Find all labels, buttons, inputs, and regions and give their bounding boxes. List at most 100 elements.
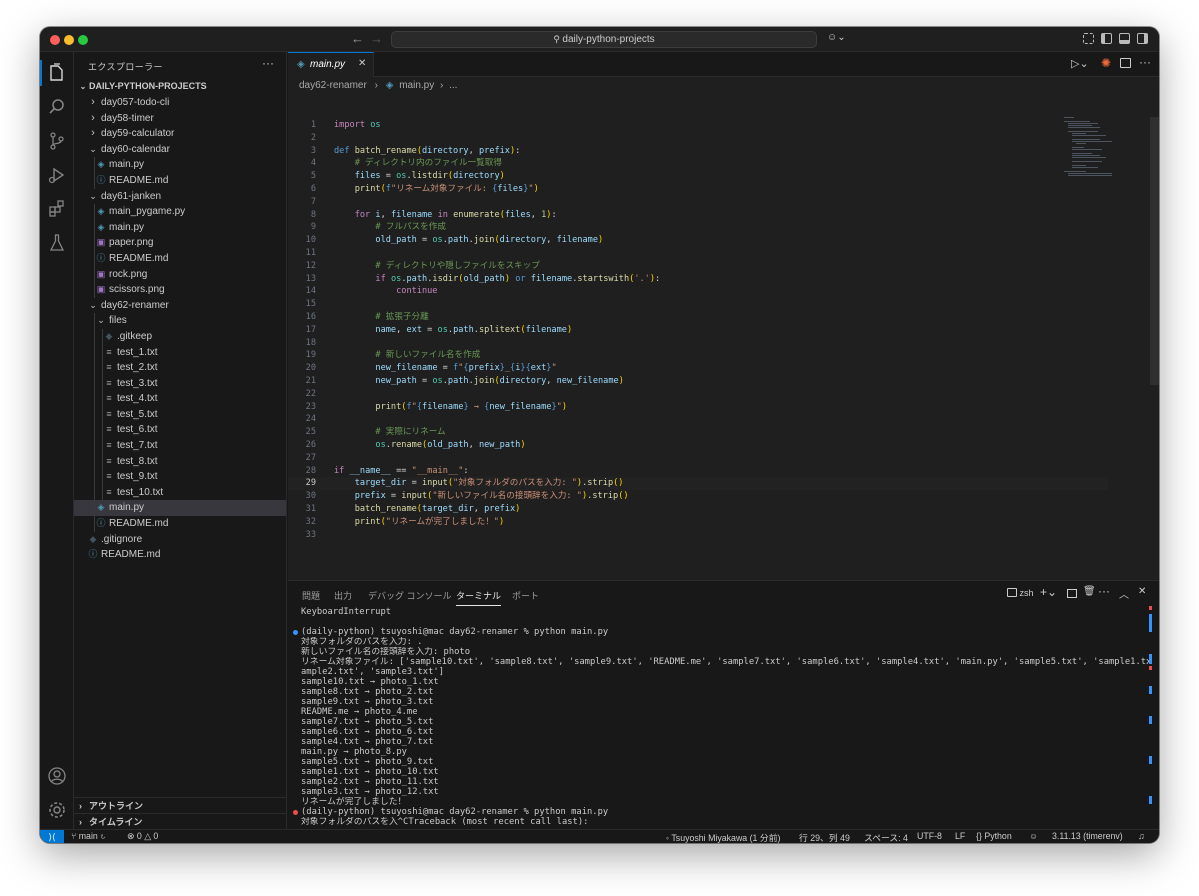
branch-indicator[interactable]: ⑂ main ↻ [71, 831, 106, 841]
file-item[interactable]: ◆ .gitkeep [74, 328, 286, 345]
copilot-status-icon[interactable]: ☺ [1029, 831, 1038, 841]
file-item[interactable]: ≡ test_10.txt [74, 484, 286, 501]
file-item[interactable]: ≡ test_3.txt [74, 375, 286, 392]
more-actions-icon[interactable]: ··· [262, 56, 274, 70]
terminal-shell-selector[interactable]: zsh [1007, 588, 1034, 598]
timeline-section[interactable]: › タイムライン [74, 813, 286, 829]
panel-tab[interactable]: デバッグ コンソール [368, 589, 452, 602]
breadcrumb-more[interactable]: ... [449, 80, 457, 91]
file-item[interactable]: ◈ main_pygame.py [74, 204, 286, 220]
maximize-window-button[interactable] [78, 35, 88, 45]
customize-layout-icon[interactable] [1083, 33, 1094, 44]
python-interpreter[interactable]: 3.11.13 (timerenv) [1052, 831, 1123, 841]
cursor-position[interactable]: 行 29、列 49 [799, 831, 850, 843]
copilot-sparkle-icon[interactable]: ✺ [1101, 56, 1111, 70]
code-token: ) [566, 324, 573, 335]
copilot-icon[interactable]: ☺⌄ [827, 32, 846, 43]
code-editor[interactable]: 1 import os 2 3 def batch_rename(directory, … [288, 119, 1108, 541]
more-actions-icon[interactable]: ··· [1139, 55, 1151, 69]
breadcrumb-file[interactable]: main.py [399, 80, 434, 91]
file-item[interactable]: ▣ paper.png [74, 235, 286, 251]
file-item[interactable]: ▣ rock.png [74, 266, 286, 283]
testing-flask-icon[interactable] [47, 233, 67, 253]
source-control-icon[interactable] [47, 131, 67, 151]
file-item[interactable]: ⓘ README.md [74, 547, 286, 563]
file-item[interactable]: ≡ test_7.txt [74, 438, 286, 454]
panel-tab[interactable]: 出力 [334, 589, 352, 602]
run-python-icon[interactable]: ▷⌄ [1071, 57, 1089, 70]
extensions-icon[interactable] [47, 199, 67, 219]
encoding[interactable]: UTF-8 [917, 831, 942, 841]
terminal-output[interactable]: KeyboardInterrupt (daily-python) tsuyoshi… [293, 607, 1151, 827]
new-terminal-icon[interactable]: +⌄ [1040, 585, 1057, 599]
toggle-sidebar-icon[interactable] [1101, 33, 1112, 44]
command-success-icon[interactable] [293, 630, 298, 635]
settings-gear-icon[interactable] [47, 800, 67, 820]
forward-arrow-icon[interactable]: → [370, 31, 383, 46]
folder-item[interactable]: › day057-todo-cli [74, 95, 286, 111]
file-item[interactable]: ◈ main.py [74, 157, 286, 173]
workspace-root[interactable]: ⌄ DAILY-PYTHON-PROJECTS [74, 79, 286, 95]
folder-item[interactable]: ⌄ day61-janken [74, 189, 286, 205]
git-blame[interactable]: ◦ Tsuyoshi Miyakawa (1 分前) [666, 831, 780, 843]
more-actions-icon[interactable]: ··· [1098, 584, 1110, 598]
minimize-window-button[interactable] [64, 35, 74, 45]
code-token: strip [592, 491, 619, 502]
file-item[interactable]: ≡ test_9.txt [74, 469, 286, 485]
file-item[interactable]: ⓘ README.md [74, 516, 286, 532]
minimap[interactable] [1064, 117, 1150, 177]
back-arrow-icon[interactable]: ← [351, 31, 364, 46]
file-item[interactable]: ≡ test_2.txt [74, 360, 286, 376]
outline-section[interactable]: › アウトライン [74, 797, 286, 813]
toggle-secondary-sidebar-icon[interactable] [1137, 33, 1148, 44]
command-error-icon[interactable] [293, 810, 298, 815]
close-window-button[interactable] [50, 35, 60, 45]
close-tab-icon[interactable]: ✕ [358, 58, 366, 69]
file-item[interactable]: ⓘ README.md [74, 250, 286, 267]
file-item[interactable]: ≡ test_4.txt [74, 391, 286, 407]
close-panel-icon[interactable]: ✕ [1138, 586, 1146, 597]
panel-tab[interactable]: ターミナル [456, 589, 502, 606]
run-debug-icon[interactable] [47, 165, 67, 185]
folder-item[interactable]: › day59-calculator [74, 126, 286, 142]
code-token: files [504, 209, 531, 220]
account-icon[interactable] [47, 766, 67, 786]
line-ending[interactable]: LF [955, 831, 965, 841]
file-item[interactable]: ◆ .gitignore [74, 532, 286, 548]
python-file-icon: ◈ [297, 59, 305, 70]
file-item[interactable]: ≡ test_6.txt [74, 422, 286, 439]
explorer-icon[interactable] [47, 63, 67, 83]
remote-indicator-icon[interactable]: ⟩⟨ [40, 830, 64, 843]
file-item[interactable]: ≡ test_1.txt [74, 344, 286, 361]
split-editor-icon[interactable] [1120, 58, 1131, 68]
panel-tab[interactable]: 問題 [302, 589, 320, 602]
file-item[interactable]: ▣ scissors.png [74, 282, 286, 298]
search-icon[interactable] [47, 97, 67, 117]
folder-item[interactable]: ⌄ files [74, 313, 286, 329]
file-item[interactable]: ≡ test_5.txt [74, 406, 286, 423]
editor-scrollbar[interactable] [1150, 117, 1159, 385]
command-center-search[interactable]: ⚲ daily-python-projects [391, 31, 817, 48]
split-terminal-icon[interactable] [1067, 589, 1077, 598]
problems-indicator[interactable]: ⊗ 0 △ 0 [127, 831, 158, 842]
file-item[interactable]: ◈ main.py [74, 219, 286, 236]
line-number: 28 [305, 465, 316, 476]
trash-icon[interactable]: 🗑 [1083, 586, 1096, 597]
maximize-panel-icon[interactable]: ︿ [1119, 586, 1129, 601]
folder-item[interactable]: ⌄ day60-calendar [74, 142, 286, 158]
language-mode[interactable]: {} Python [976, 831, 1012, 841]
toggle-panel-icon[interactable] [1119, 33, 1130, 44]
notifications-bell-icon[interactable]: ♫ [1138, 831, 1145, 841]
folder-item[interactable]: ⌄ day62-renamer [74, 298, 286, 314]
folder-item[interactable]: › day58-timer [74, 111, 286, 127]
file-item[interactable]: ≡ test_8.txt [74, 453, 286, 470]
info-markdown-icon: ⓘ [96, 518, 106, 529]
indentation[interactable]: スペース: 4 [864, 831, 908, 843]
panel-tab[interactable]: ポート [512, 589, 539, 602]
error-count: 0 [136, 831, 142, 841]
tab-main-py[interactable]: ◈ main.py ✕ [288, 52, 374, 77]
workspace-root-label: DAILY-PYTHON-PROJECTS [89, 81, 207, 91]
breadcrumb-folder[interactable]: day62-renamer [299, 80, 367, 91]
file-item[interactable]: ⓘ README.md [74, 172, 286, 189]
file-item[interactable]: ◈ main.py [74, 500, 286, 517]
